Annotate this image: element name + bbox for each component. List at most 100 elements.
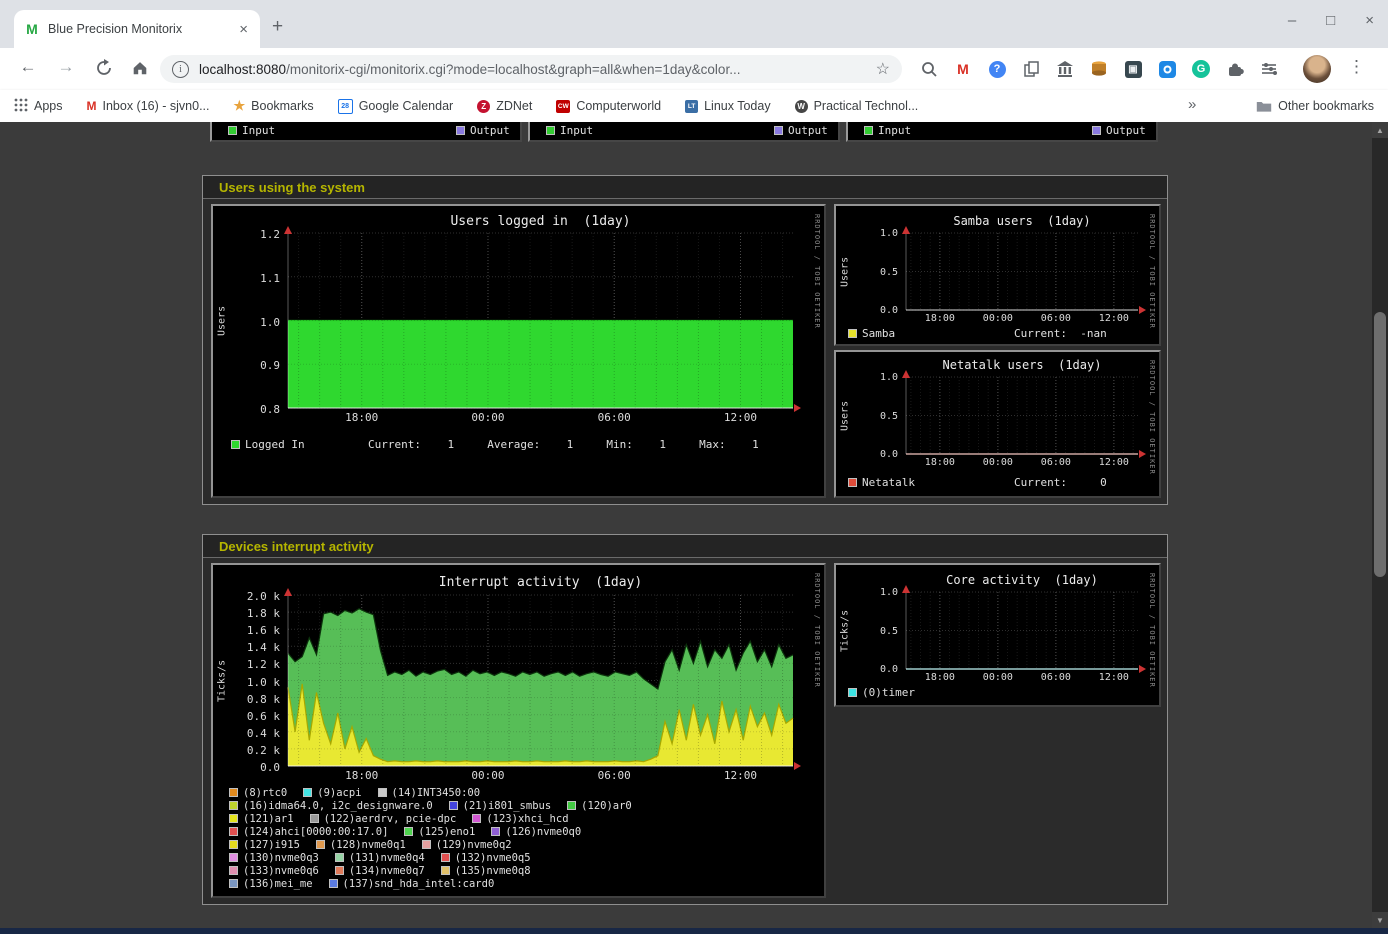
- users-logged-in-graph[interactable]: Users logged in (1day)Users1.21.11.00.90…: [211, 204, 826, 498]
- y-tick-label: 0.8 k: [213, 693, 280, 706]
- bookmark-item-calendar[interactable]: 28Google Calendar: [338, 99, 454, 114]
- legend-label: (129)nvme0q2: [436, 839, 512, 851]
- address-bar[interactable]: i localhost:8080/monitorix-cgi/monitorix…: [160, 55, 902, 83]
- bookmarks-overflow-chevron[interactable]: »: [1188, 96, 1196, 113]
- bookmark-item-linuxtoday[interactable]: LTLinux Today: [685, 99, 771, 113]
- legend-label: (137)snd_hda_intel:card0: [343, 878, 495, 890]
- browser-toolbar: ← → i localhost:8080/monitorix-cgi/monit…: [0, 48, 1388, 90]
- chart-title: Users logged in (1day): [288, 214, 793, 229]
- rrdtool-watermark: RRDTOOL / TOBI OETIKER: [1148, 214, 1156, 329]
- close-button[interactable]: ×: [1365, 12, 1374, 29]
- x-tick-label: 12:00: [1092, 313, 1136, 324]
- back-button[interactable]: ←: [16, 57, 40, 77]
- legend-color-swatch: [546, 126, 555, 135]
- legend-item: Input: [864, 124, 911, 137]
- bookmark-item-apps[interactable]: Apps: [14, 98, 63, 115]
- legend-color-swatch: [472, 814, 481, 823]
- rrdtool-watermark: RRDTOOL / TOBI OETIKER: [813, 214, 821, 329]
- legend-item: Output: [456, 124, 510, 137]
- grammarly-extension-icon[interactable]: G: [1184, 55, 1218, 83]
- legend-color-swatch: [848, 478, 857, 487]
- bookmark-label: ZDNet: [496, 99, 532, 113]
- interrupt-activity-graph[interactable]: Interrupt activity (1day)Ticks/s2.0 k1.8…: [211, 563, 826, 898]
- other-bookmarks-label: Other bookmarks: [1278, 99, 1374, 113]
- bookmark-item-star[interactable]: ★Bookmarks: [234, 98, 314, 114]
- legend-item: (125)eno1: [404, 826, 475, 838]
- bookmark-label: Apps: [34, 99, 63, 113]
- x-tick-label: 00:00: [976, 313, 1020, 324]
- y-tick-label: 0.4 k: [213, 727, 280, 740]
- reload-button[interactable]: [92, 59, 116, 82]
- profile-avatar[interactable]: [1303, 55, 1331, 83]
- new-tab-button[interactable]: +: [272, 16, 283, 38]
- legend-label: (21)i801_smbus: [463, 800, 552, 812]
- copy-extension-icon[interactable]: [1014, 55, 1048, 83]
- maximize-button[interactable]: □: [1326, 12, 1335, 29]
- legend-label: Output: [470, 124, 510, 137]
- grammarly-g-glyph: G: [1192, 60, 1210, 78]
- help-glyph: ?: [989, 61, 1006, 78]
- legend-item: (9)acpi: [303, 787, 361, 799]
- y-tick-label: 0.0: [836, 449, 898, 460]
- legend-row: (133)nvme0q6(134)nvme0q7(135)nvme0q8: [229, 865, 547, 877]
- bookmark-item-zdnet[interactable]: ZZDNet: [477, 99, 532, 113]
- network-graph-cutoff: InputOutput: [210, 122, 522, 142]
- browser-menu-icon[interactable]: ⋮: [1348, 57, 1365, 77]
- folder-icon: [1256, 99, 1272, 113]
- browser-tab[interactable]: M Blue Precision Monitorix ×: [14, 10, 260, 48]
- chart-title: Samba users (1day): [906, 214, 1138, 228]
- page-content: InputOutputInputOutputInputOutput Users …: [0, 122, 1388, 928]
- bookmark-label: Computerworld: [576, 99, 661, 113]
- x-tick-label: 00:00: [976, 672, 1020, 683]
- scroll-up-icon[interactable]: ▲: [1372, 122, 1388, 138]
- search-extension-icon[interactable]: [912, 55, 946, 83]
- help-extension-icon[interactable]: ?: [980, 55, 1014, 83]
- bookmark-item-wordpress[interactable]: WPractical Technol...: [795, 99, 919, 113]
- database-extension-icon[interactable]: [1082, 55, 1116, 83]
- forward-button[interactable]: →: [54, 57, 78, 77]
- legend-label: (0)timer: [862, 686, 915, 699]
- x-tick-label: 12:00: [718, 769, 762, 782]
- gmail-extension-icon[interactable]: M: [946, 55, 980, 83]
- samba-users-graph[interactable]: Samba users (1day)Users1.00.50.018:0000:…: [834, 204, 1161, 346]
- bookmark-item-cw[interactable]: CWComputerworld: [556, 99, 661, 113]
- y-tick-label: 2.0 k: [213, 590, 280, 603]
- legend-color-swatch: [441, 853, 450, 862]
- legend-label: (135)nvme0q8: [455, 865, 531, 877]
- legend-color-swatch: [456, 126, 465, 135]
- y-tick-label: 0.0: [836, 305, 898, 316]
- plot-area: [906, 377, 1138, 454]
- legend-item: (124)ahci[0000:00:17.0]: [229, 826, 388, 838]
- legend-row: (136)mei_me(137)snd_hda_intel:card0: [229, 878, 510, 890]
- camera-extension-icon[interactable]: [1150, 55, 1184, 83]
- bookmark-label: Google Calendar: [359, 99, 454, 113]
- app-extension-icon[interactable]: ▣: [1116, 55, 1150, 83]
- legend-item: (130)nvme0q3: [229, 852, 319, 864]
- scroll-down-icon[interactable]: ▼: [1372, 912, 1388, 928]
- url-text: localhost:8080/monitorix-cgi/monitorix.c…: [199, 62, 868, 77]
- legend-item: Logged In: [231, 438, 305, 451]
- minimize-button[interactable]: –: [1288, 12, 1296, 29]
- bookmark-star-icon[interactable]: ☆: [876, 59, 890, 79]
- legend-item: Output: [1092, 124, 1146, 137]
- scrollbar-thumb[interactable]: [1374, 312, 1386, 577]
- puzzle-extension-icon[interactable]: [1218, 55, 1252, 83]
- core-activity-graph[interactable]: Core activity (1day)Ticks/s1.00.50.018:0…: [834, 563, 1161, 707]
- home-button[interactable]: [128, 59, 152, 82]
- bookmark-item-gmail[interactable]: MInbox (16) - sjvn0...: [87, 99, 210, 113]
- tab-close-icon[interactable]: ×: [237, 21, 250, 38]
- legend-item: Netatalk: [848, 476, 915, 489]
- legend-color-swatch: [335, 866, 344, 875]
- page-scrollbar[interactable]: ▲ ▼: [1372, 122, 1388, 928]
- legend-stats: Current: 0: [1014, 476, 1107, 489]
- sliders-extension-icon[interactable]: [1252, 55, 1286, 83]
- legend-item: Output: [774, 124, 828, 137]
- bank-extension-icon[interactable]: [1048, 55, 1082, 83]
- other-bookmarks-button[interactable]: Other bookmarks: [1256, 90, 1374, 122]
- legend-color-swatch: [848, 688, 857, 697]
- page-info-icon[interactable]: i: [172, 61, 189, 78]
- network-graph-cutoff: InputOutput: [528, 122, 840, 142]
- legend-item: (134)nvme0q7: [335, 865, 425, 877]
- legend-item: (137)snd_hda_intel:card0: [329, 878, 495, 890]
- netatalk-users-graph[interactable]: Netatalk users (1day)Users1.00.50.018:00…: [834, 350, 1161, 498]
